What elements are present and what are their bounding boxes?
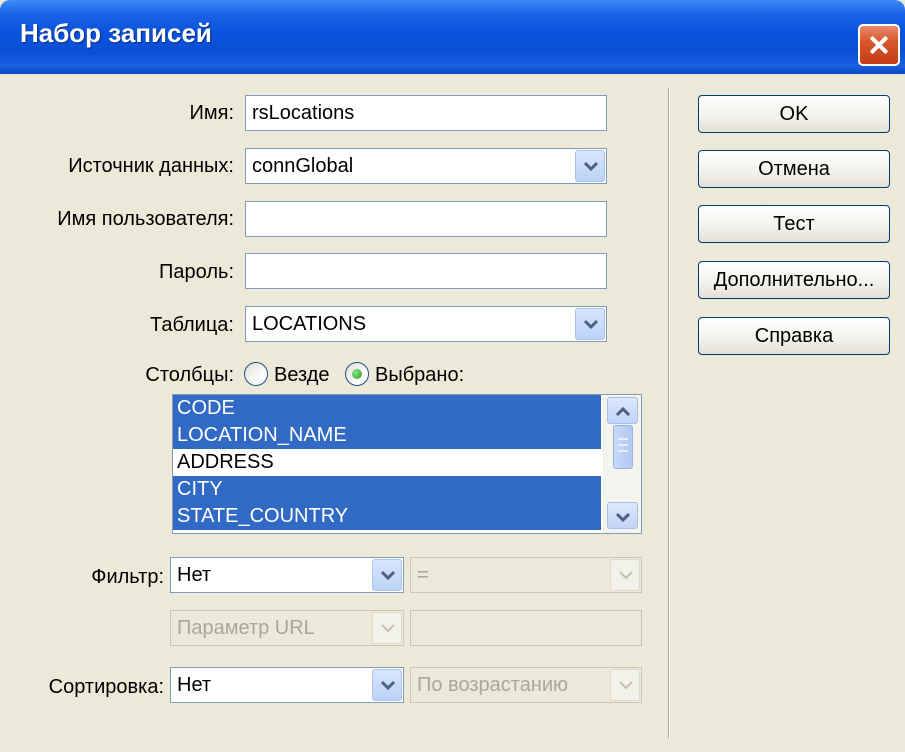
name-label: Имя: (189, 102, 234, 124)
columns-all-radio[interactable] (244, 362, 268, 386)
close-icon[interactable] (858, 24, 900, 66)
sort-column-select[interactable]: Нет (170, 667, 404, 703)
filter-operator-value: = (417, 564, 429, 586)
chevron-down-icon[interactable] (372, 559, 402, 591)
help-button[interactable]: Справка (698, 317, 890, 355)
datasource-label: Источник данных: (68, 155, 234, 177)
table-value: LOCATIONS (252, 313, 367, 335)
columns-selected-radio[interactable] (345, 362, 369, 386)
table-select[interactable]: LOCATIONS (245, 306, 607, 342)
list-item[interactable]: STATE_COUNTRY (173, 503, 601, 530)
username-label: Имя пользователя: (57, 208, 234, 230)
datasource-value: connGlobal (252, 155, 354, 177)
chevron-down-icon[interactable] (575, 308, 605, 340)
filter-column-select[interactable]: Нет (170, 557, 404, 593)
advanced-button[interactable]: Дополнительно... (698, 261, 890, 299)
password-label: Пароль: (159, 261, 234, 283)
chevron-down-icon[interactable] (607, 502, 638, 529)
chevron-down-icon[interactable] (610, 669, 640, 701)
ok-button[interactable]: OK (698, 95, 890, 133)
filter-param-field[interactable] (410, 610, 642, 646)
test-button[interactable]: Тест (698, 205, 890, 243)
chevron-down-icon[interactable] (575, 150, 605, 182)
filter-param-value: Параметр URL (177, 617, 315, 639)
filter-param-select[interactable]: Параметр URL (170, 610, 404, 646)
sort-label: Сортировка: (48, 676, 164, 698)
scroll-thumb[interactable] (613, 425, 633, 469)
table-label: Таблица: (150, 314, 234, 336)
radio-dot (352, 369, 362, 379)
sort-order-value: По возрастанию (417, 674, 569, 696)
filter-operator-select[interactable]: = (410, 557, 642, 593)
title-bar[interactable]: Набор записей (0, 0, 905, 74)
columns-all-label[interactable]: Везде (274, 364, 330, 387)
columns-selected-label[interactable]: Выбрано: (375, 364, 464, 387)
recordset-dialog: Набор записей Имя: rsLocations Источник … (0, 0, 905, 752)
chevron-up-icon[interactable] (607, 397, 638, 424)
sort-order-select[interactable]: По возрастанию (410, 667, 642, 703)
vertical-scrollbar[interactable] (603, 395, 641, 533)
password-field[interactable] (245, 253, 607, 289)
chevron-down-icon[interactable] (372, 669, 402, 701)
datasource-select[interactable]: connGlobal (245, 148, 607, 184)
name-field[interactable]: rsLocations (245, 95, 607, 131)
filter-column-value: Нет (177, 564, 212, 586)
list-item[interactable]: LOCATION_NAME (173, 422, 601, 449)
vertical-divider (668, 88, 670, 738)
window-title: Набор записей (20, 18, 212, 48)
filter-label: Фильтр: (91, 566, 164, 588)
list-item[interactable]: CITY (173, 476, 601, 503)
cancel-button[interactable]: Отмена (698, 150, 890, 188)
list-item[interactable]: CODE (173, 395, 601, 422)
chevron-down-icon[interactable] (610, 559, 640, 591)
columns-label: Столбцы: (145, 364, 234, 386)
chevron-down-icon[interactable] (372, 612, 402, 644)
list-item[interactable]: ADDRESS (173, 449, 601, 476)
sort-column-value: Нет (177, 674, 212, 696)
username-field[interactable] (245, 201, 607, 237)
columns-listbox[interactable]: CODE LOCATION_NAME ADDRESS CITY STATE_CO… (172, 394, 642, 534)
